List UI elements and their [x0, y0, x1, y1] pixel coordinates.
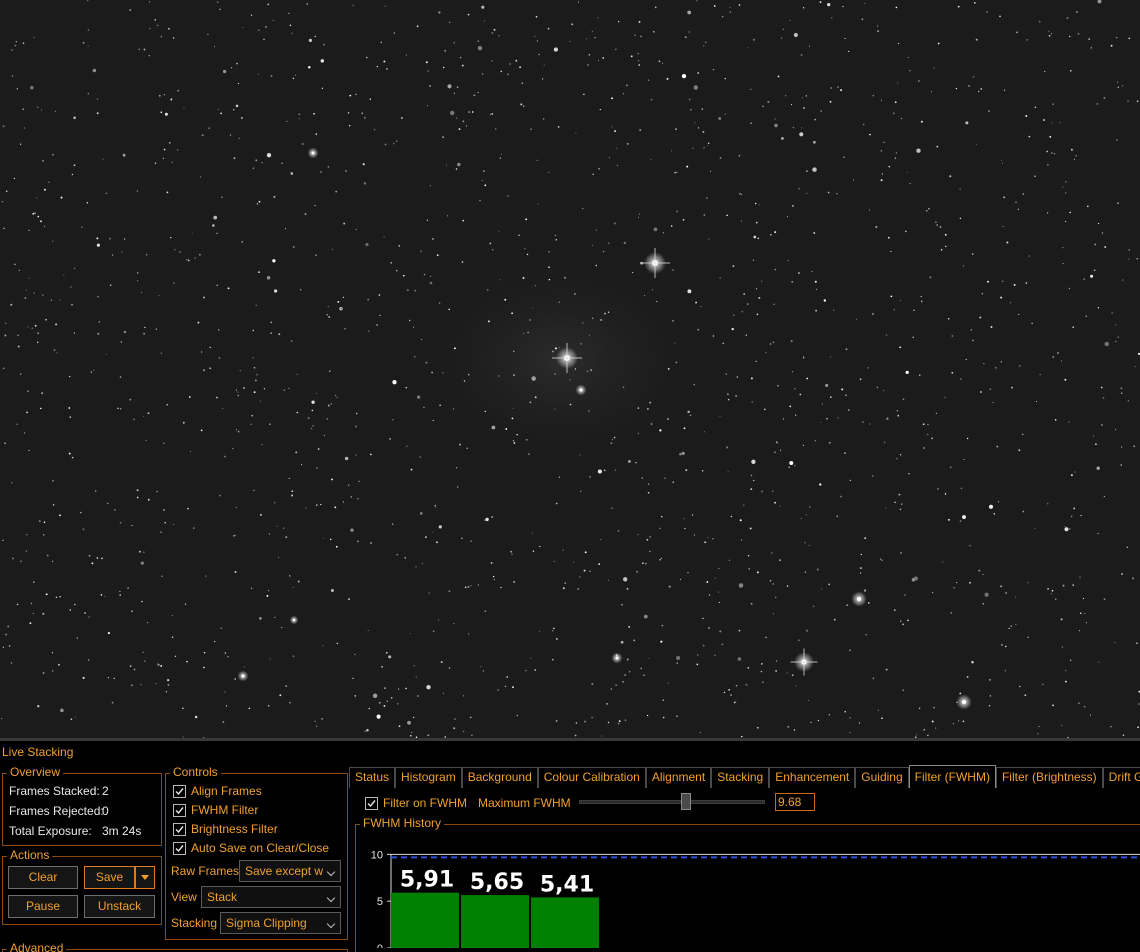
fwhm-filter-checkbox[interactable]: FWHM Filter: [173, 803, 258, 817]
maximum-fwhm-input[interactable]: 9.68: [775, 793, 815, 811]
frames-rejected-label: Frames Rejected:: [9, 804, 104, 818]
fwhm-bar: [391, 892, 459, 948]
fwhm-bar: [531, 897, 599, 948]
view-label: View: [171, 890, 197, 904]
frames-stacked-label: Frames Stacked:: [9, 784, 100, 798]
fwhm-bar-value-label: 5,91: [400, 868, 454, 893]
fwhm-bar: [461, 895, 529, 948]
checkmark-icon: [175, 806, 184, 814]
checkmark-icon: [175, 825, 184, 833]
checkbox-box[interactable]: [173, 822, 186, 836]
tab-stacking[interactable]: Stacking: [711, 767, 770, 788]
raw-frames-label: Raw Frames: [171, 864, 240, 878]
checkbox-box[interactable]: [173, 784, 186, 798]
maximum-fwhm-label: Maximum FWHM: [478, 796, 571, 810]
tab-strip: Status Histogram Background Colour Calib…: [349, 765, 1140, 788]
align-frames-checkbox[interactable]: Align Frames: [173, 784, 262, 798]
total-exposure-value: 3m 24s: [102, 824, 142, 838]
chevron-down-icon: [326, 867, 336, 877]
raw-frames-value: Save except w: [245, 864, 324, 878]
fwhm-filter-label: FWHM Filter: [191, 803, 259, 817]
checkmark-icon: [367, 799, 376, 807]
controls-label: Controls: [170, 765, 221, 780]
maximum-fwhm-slider-thumb[interactable]: [681, 793, 691, 810]
tab-colour-calibration[interactable]: Colour Calibration: [537, 767, 646, 788]
total-exposure-row: Total Exposure: 3m 24s: [9, 824, 141, 838]
overview-group: Overview Frames Stacked: 2 Frames Reject…: [2, 765, 162, 846]
fwhm-history-chart: 0 5 10 5,91 5,65 5,41: [371, 849, 1140, 948]
overview-label: Overview: [7, 765, 64, 780]
tab-status[interactable]: Status: [349, 767, 396, 788]
tab-alignment[interactable]: Alignment: [645, 767, 712, 788]
filter-on-fwhm-label: Filter on FWHM: [383, 796, 467, 810]
brightness-filter-checkbox[interactable]: Brightness Filter: [173, 822, 278, 836]
filter-on-fwhm-checkbox[interactable]: Filter on FWHM: [365, 796, 467, 810]
clear-button[interactable]: Clear: [8, 866, 78, 889]
tab-filter-fwhm[interactable]: Filter (FWHM): [908, 765, 996, 788]
tab-drift-graph[interactable]: Drift Gra: [1102, 767, 1140, 788]
tab-filter-brightness[interactable]: Filter (Brightness): [995, 767, 1103, 788]
tab-enhancement[interactable]: Enhancement: [769, 767, 856, 788]
tab-background[interactable]: Background: [461, 767, 538, 788]
y-tick-label: 5: [377, 896, 383, 908]
fwhm-bar-value-label: 5,41: [540, 872, 594, 897]
frames-stacked-row: Frames Stacked: 2: [9, 784, 109, 798]
maximum-fwhm-slider[interactable]: [579, 800, 765, 804]
auto-save-label: Auto Save on Clear/Close: [191, 841, 330, 855]
checkmark-icon: [175, 787, 184, 795]
checkmark-icon: [175, 844, 184, 852]
stacking-select[interactable]: Sigma Clipping: [220, 912, 341, 934]
auto-save-checkbox[interactable]: Auto Save on Clear/Close: [173, 841, 329, 855]
tab-guiding[interactable]: Guiding: [855, 767, 909, 788]
frames-stacked-value: 2: [102, 784, 109, 798]
total-exposure-label: Total Exposure:: [9, 824, 92, 838]
chevron-down-icon: [326, 919, 336, 929]
checkbox-box[interactable]: [173, 803, 186, 817]
controls-group: Controls Align Frames FWHM Filter Bright…: [165, 765, 348, 940]
stacking-value: Sigma Clipping: [226, 916, 307, 930]
view-value: Stack: [207, 890, 238, 904]
tab-histogram[interactable]: Histogram: [395, 767, 462, 788]
y-tick-label: 10: [371, 849, 383, 861]
panel-title: Live Stacking: [2, 745, 74, 759]
star-field-image: [1, 0, 1140, 738]
save-button[interactable]: Save: [84, 866, 135, 889]
stacking-label: Stacking: [171, 916, 218, 930]
align-frames-label: Align Frames: [191, 784, 262, 798]
chevron-down-icon: [326, 893, 336, 903]
brightness-filter-label: Brightness Filter: [191, 822, 278, 836]
actions-group: Actions Clear Save Pause Unstack: [2, 848, 162, 925]
actions-label: Actions: [7, 848, 53, 863]
y-tick-label: 0: [377, 943, 383, 948]
checkbox-box[interactable]: [365, 796, 378, 810]
checkbox-box[interactable]: [173, 841, 186, 855]
advanced-label[interactable]: Advanced: [7, 941, 67, 952]
frames-rejected-row: Frames Rejected: 0: [9, 804, 109, 818]
stacked-image-view[interactable]: [0, 0, 1140, 738]
fwhm-history-label: FWHM History: [360, 816, 444, 831]
unstack-button[interactable]: Unstack: [84, 895, 155, 918]
raw-frames-select[interactable]: Save except w: [239, 860, 341, 882]
pause-button[interactable]: Pause: [8, 895, 78, 918]
save-options-dropdown-button[interactable]: [135, 866, 155, 889]
fwhm-bar-value-label: 5,65: [470, 870, 524, 895]
view-select[interactable]: Stack: [201, 886, 341, 908]
frames-rejected-value: 0: [102, 804, 109, 818]
